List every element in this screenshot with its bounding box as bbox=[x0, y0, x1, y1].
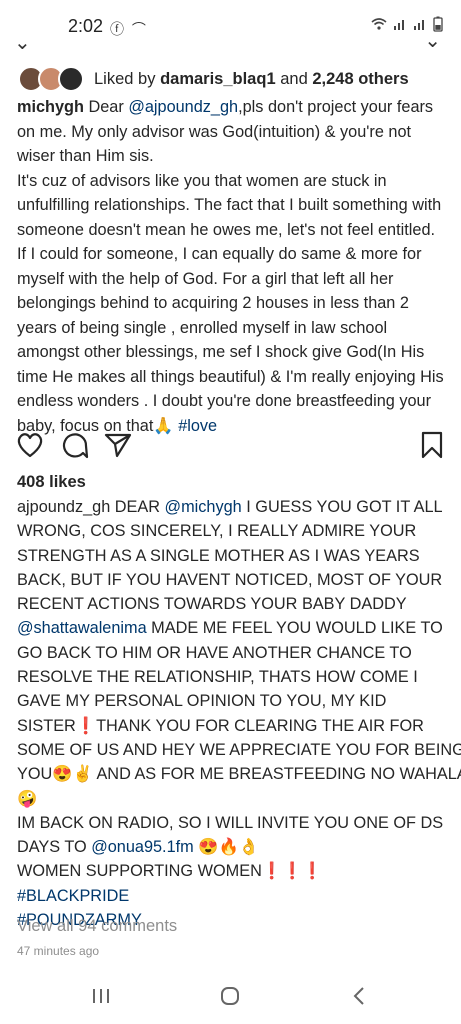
post-caption: michygh Dear @ajpoundz_gh,pls don't proj… bbox=[17, 95, 447, 438]
comment-line: STRENGTH AS A SINGLE MOTHER AS I WAS YEA… bbox=[17, 544, 449, 568]
comment-line: GO BACK TO HIM OR HAVE ANOTHER CHANCE TO bbox=[17, 641, 449, 665]
liked-by-text: Liked by damaris_blaq1 and 2,248 others bbox=[94, 69, 409, 88]
comment-line: SOME OF US AND HEY WE APPRECIATE YOU FOR… bbox=[17, 738, 461, 762]
comment-text-segment: SISTER❗THANK YOU FOR CLEARING THE AIR FO… bbox=[17, 716, 424, 735]
comment-link[interactable]: @onua95.1fm bbox=[91, 838, 194, 856]
status-time: 2:02 bbox=[68, 16, 104, 36]
android-nav-bar bbox=[0, 968, 461, 1024]
liked-by-user[interactable]: damaris_blaq1 bbox=[160, 70, 276, 88]
comment-link[interactable]: @shattawalenima bbox=[17, 619, 147, 637]
comment-text-segment: DAYS TO bbox=[17, 838, 92, 857]
comment-line: #BLACKPRIDE bbox=[17, 884, 449, 908]
caption-mention[interactable]: @ajpoundz_gh bbox=[128, 98, 238, 116]
comment-line: YOU😍✌️ AND AS FOR ME BREASTFEEDING NO WA… bbox=[17, 762, 461, 786]
chevron-down-icon[interactable]: ⌄ bbox=[14, 30, 31, 55]
comment-text-segment: IM BACK ON RADIO, SO I WILL INVITE YOU O… bbox=[17, 813, 444, 832]
comment-text-segment: 🤪 bbox=[17, 789, 38, 808]
comment-line: RECENT ACTIONS TOWARDS YOUR BABY DADDY bbox=[17, 592, 449, 616]
comment-line: WRONG, COS SINCERELY, I REALLY ADMIRE YO… bbox=[17, 519, 449, 543]
status-bar: 2:02 ⓕ ⌒ bbox=[0, 0, 461, 48]
recent-apps-icon[interactable] bbox=[91, 987, 111, 1005]
caption-username[interactable]: michygh bbox=[17, 98, 84, 116]
liked-by-others[interactable]: 2,248 others bbox=[312, 70, 408, 88]
comment-text: ajpoundz_gh DEAR @michygh I GUESS YOU GO… bbox=[17, 495, 461, 932]
comment-text-segment: STRENGTH AS A SINGLE MOTHER AS I WAS YEA… bbox=[17, 546, 420, 565]
comment-line: IM BACK ON RADIO, SO I WILL INVITE YOU O… bbox=[17, 811, 449, 835]
comment-link[interactable]: @michygh bbox=[165, 498, 242, 516]
like-heart-icon[interactable] bbox=[16, 432, 44, 458]
comment-text-segment: RESOLVE THE RELATIONSHIP, THATS HOW COME… bbox=[17, 668, 418, 687]
home-icon[interactable] bbox=[220, 986, 240, 1006]
post-timestamp: 47 minutes ago bbox=[17, 944, 100, 958]
more-options-icon[interactable]: ⌄ bbox=[424, 28, 441, 53]
comment-text-segment: WOMEN SUPPORTING WOMEN❗❗❗ bbox=[17, 862, 323, 881]
comment-username[interactable]: ajpoundz_gh bbox=[17, 498, 115, 516]
comment-text-segment: YOU😍✌️ AND AS FOR ME BREASTFEEDING NO WA… bbox=[17, 765, 461, 784]
comment-line: @shattawalenima MADE ME FEEL YOU WOULD L… bbox=[17, 616, 449, 640]
signal-icon bbox=[394, 20, 404, 30]
comment-text-segment: BACK, BUT IF YOU HAVENT NOTICED, MOST OF… bbox=[17, 570, 443, 589]
comment-icon[interactable] bbox=[61, 432, 89, 460]
facebook-icon: ⓕ bbox=[110, 21, 126, 37]
caption-text: ,pls don't project your fears on me. My … bbox=[17, 98, 444, 435]
comment-line: DAYS TO @onua95.1fm 😍🔥👌 bbox=[17, 835, 449, 859]
comment-line: WOMEN SUPPORTING WOMEN❗❗❗ bbox=[17, 859, 449, 883]
caption-prefix: Dear bbox=[88, 98, 124, 116]
comment-line: 🤪 bbox=[17, 787, 449, 811]
incognito-icon: ⌒ bbox=[131, 21, 148, 37]
wifi-icon bbox=[371, 18, 387, 30]
comment-line: ajpoundz_gh DEAR @michygh I GUESS YOU GO… bbox=[17, 495, 449, 519]
comment-text-segment: I GUESS YOU GOT IT ALL bbox=[241, 498, 443, 516]
comment-text-segment: MADE ME FEEL YOU WOULD LIKE TO bbox=[146, 619, 443, 638]
comment-line: SISTER❗THANK YOU FOR CLEARING THE AIR FO… bbox=[17, 714, 449, 738]
save-bookmark-icon[interactable] bbox=[421, 431, 443, 459]
back-icon[interactable] bbox=[352, 986, 366, 1006]
comment-text-segment: GO BACK TO HIM OR HAVE ANOTHER CHANCE TO bbox=[17, 643, 412, 662]
liked-by-row[interactable]: Liked by damaris_blaq1 and 2,248 others bbox=[18, 66, 409, 92]
comment-text-segment: 😍🔥👌 bbox=[193, 838, 260, 857]
comment-text-segment: DEAR bbox=[114, 498, 165, 516]
comment-link[interactable]: #BLACKPRIDE bbox=[17, 887, 129, 905]
status-left-icons: ⓕ ⌒ bbox=[110, 19, 148, 39]
comment-text-segment: SOME OF US AND HEY WE APPRECIATE YOU FOR… bbox=[17, 740, 461, 759]
comment-text-segment: RECENT ACTIONS TOWARDS YOUR BABY DADDY bbox=[17, 595, 407, 614]
share-send-icon[interactable] bbox=[104, 432, 132, 458]
post-actions bbox=[0, 428, 461, 464]
comment-text-segment: GAVE MY PERSONAL OPINION TO YOU, MY KID bbox=[17, 692, 387, 711]
comment-line: BACK, BUT IF YOU HAVENT NOTICED, MOST OF… bbox=[17, 568, 449, 592]
comment-text-segment: WRONG, COS SINCERELY, I REALLY ADMIRE YO… bbox=[17, 522, 417, 541]
liker-avatars bbox=[18, 66, 84, 92]
comment-line: GAVE MY PERSONAL OPINION TO YOU, MY KID bbox=[17, 689, 449, 713]
likes-count[interactable]: 408 likes bbox=[17, 473, 86, 492]
view-all-comments-link[interactable]: View all 94 comments bbox=[17, 917, 177, 936]
comment-line: RESOLVE THE RELATIONSHIP, THATS HOW COME… bbox=[17, 665, 449, 689]
avatar bbox=[58, 66, 84, 92]
